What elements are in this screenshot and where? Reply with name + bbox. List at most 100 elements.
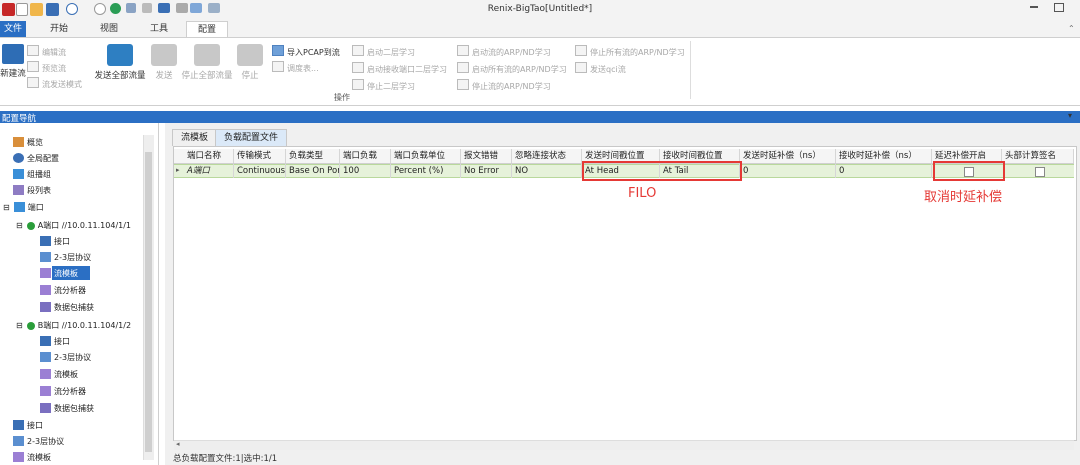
- start-l2-learning-button[interactable]: 启动二层学习: [352, 45, 415, 58]
- nav-item-multicast[interactable]: 组播组: [13, 169, 51, 180]
- send-all-button[interactable]: 发送全部流量: [92, 44, 148, 81]
- restore-icon[interactable]: [1054, 3, 1064, 12]
- col-port-name[interactable]: 端口名称: [184, 149, 234, 163]
- multicast-icon: [13, 169, 24, 179]
- col-frame-error[interactable]: 报文错错: [461, 149, 512, 163]
- scroll-left-icon[interactable]: ◂: [176, 440, 180, 448]
- gear-icon: [13, 153, 24, 163]
- col-load-unit[interactable]: 端口负载单位: [391, 149, 461, 163]
- col-transmit-mode[interactable]: 传输模式: [234, 149, 286, 163]
- annotation-filo: FILO: [628, 186, 657, 201]
- ribbon-group-label: 操作: [334, 93, 350, 102]
- port-icon: [13, 202, 25, 212]
- start-rx-l2-learning-button[interactable]: 启动接收端口二层学习: [352, 62, 447, 75]
- stop-all-arp-nd-icon: [575, 45, 587, 56]
- import-pcap-button[interactable]: 导入PCAP到流: [272, 45, 340, 58]
- send-mode-icon: [27, 77, 39, 88]
- send-icon: [151, 44, 177, 66]
- status-text: 总负载配置文件:1|选中:1/1: [173, 454, 278, 464]
- minimize-icon[interactable]: [1030, 6, 1038, 8]
- qci-icon: [575, 62, 587, 73]
- nav-item-ports[interactable]: ⊟ 端口: [3, 202, 44, 213]
- col-rx-latency-comp[interactable]: 接收时延补偿（ns）: [836, 149, 932, 163]
- col-ignore-link[interactable]: 忽略连接状态: [512, 149, 582, 163]
- cell-port-name[interactable]: A端口: [184, 164, 234, 178]
- nav-item-global[interactable]: 全局配置: [13, 153, 59, 164]
- collapse-icon[interactable]: ⊟: [16, 321, 23, 330]
- col-tx-latency-comp[interactable]: 发送时延补偿（ns）: [740, 149, 836, 163]
- stop-button[interactable]: 停止: [236, 44, 264, 81]
- start-arp-nd-button[interactable]: 启动流的ARP/ND学习: [457, 45, 551, 58]
- home-icon: [13, 137, 24, 147]
- new-stream-button[interactable]: 新建流: [0, 44, 26, 79]
- nav-item-stream-template-a[interactable]: 流模板: [40, 268, 78, 279]
- col-load-type[interactable]: 负载类型: [286, 149, 340, 163]
- stream-send-mode-button[interactable]: 流发送模式: [27, 77, 82, 90]
- collapse-icon[interactable]: ⊟: [16, 221, 23, 230]
- col-port-load[interactable]: 端口负载: [340, 149, 391, 163]
- nav-scroll-thumb[interactable]: [145, 152, 152, 452]
- nav-item-analyzer-a[interactable]: 流分析器: [40, 285, 86, 296]
- stop-l2-learning-button[interactable]: 停止二层学习: [352, 79, 415, 92]
- nav-item-stream-template-b[interactable]: 流模板: [40, 369, 78, 380]
- preview-stream-icon: [27, 61, 39, 72]
- nav-item-l23[interactable]: 2-3层协议: [13, 436, 64, 447]
- cell-tx-latency-comp[interactable]: 0: [740, 164, 836, 178]
- stop-arp-nd-icon: [457, 79, 469, 90]
- nav-item-capture-b[interactable]: 数据包捕获: [40, 403, 94, 414]
- tab-load-profile[interactable]: 负载配置文件: [215, 129, 288, 146]
- cell-ignore-link[interactable]: NO: [512, 164, 582, 178]
- nav-item-analyzer-b[interactable]: 流分析器: [40, 386, 86, 397]
- stop-l2-icon: [352, 79, 364, 90]
- nav-item-overview[interactable]: 概览: [13, 137, 43, 148]
- tab-start[interactable]: 开始: [42, 21, 76, 37]
- col-header-signature[interactable]: 头部计算签名: [1002, 149, 1074, 163]
- nav-item-interface-a[interactable]: 接口: [40, 236, 70, 247]
- send-qci-button[interactable]: 发送qci流: [575, 62, 626, 75]
- collapse-icon[interactable]: ⊟: [3, 203, 10, 212]
- nav-item-l23-b[interactable]: 2-3层协议: [40, 352, 91, 363]
- port-status-icon: [26, 222, 35, 230]
- new-stream-label: 新建流: [0, 69, 26, 79]
- cell-frame-error[interactable]: No Error: [461, 164, 512, 178]
- annotation-cancel-comp: 取消时延补偿: [924, 190, 1003, 205]
- nav-item-stream-template[interactable]: 流模板: [13, 452, 51, 463]
- capture-icon: [40, 403, 51, 413]
- window-title: Renix-BigTao[Untitled*]: [487, 4, 593, 14]
- send-button[interactable]: 发送: [150, 44, 178, 81]
- protocol-icon: [13, 436, 24, 446]
- cell-load-type[interactable]: Base On Port: [286, 164, 340, 178]
- stop-all-button[interactable]: 停止全部流量: [180, 44, 234, 81]
- header-signature-checkbox[interactable]: [1035, 167, 1045, 177]
- tab-stream-template[interactable]: 流模板: [172, 129, 218, 146]
- nav-item-port-b[interactable]: ⊟ B端口 //10.0.11.104/1/2: [16, 320, 131, 331]
- start-all-arp-nd-button[interactable]: 启动所有流的ARP/ND学习: [457, 62, 567, 75]
- stop-arp-nd-button[interactable]: 停止流的ARP/ND学习: [457, 79, 551, 92]
- stop-all-icon: [194, 44, 220, 66]
- nav-item-interface-b[interactable]: 接口: [40, 336, 70, 347]
- nav-item-l23-a[interactable]: 2-3层协议: [40, 252, 91, 263]
- tab-file[interactable]: 文件: [0, 21, 26, 37]
- edit-stream-icon: [27, 45, 39, 56]
- panel-menu-icon[interactable]: ▾: [1068, 111, 1072, 120]
- cell-transmit-mode[interactable]: Continuous: [234, 164, 286, 178]
- nav-item-interface[interactable]: 接口: [13, 420, 43, 431]
- cell-port-load[interactable]: 100: [340, 164, 391, 178]
- nav-item-port-a[interactable]: ⊟ A端口 //10.0.11.104/1/1: [16, 220, 131, 231]
- protocol-icon: [40, 252, 51, 262]
- tab-view[interactable]: 视图: [92, 21, 126, 37]
- collapse-ribbon-icon[interactable]: ⌃: [1068, 24, 1075, 33]
- preview-stream-button[interactable]: 预览流: [27, 61, 66, 74]
- nav-item-segment[interactable]: 段列表: [13, 185, 51, 196]
- table-hscrollbar[interactable]: [174, 440, 1074, 450]
- tab-config[interactable]: 配置: [186, 21, 228, 38]
- stop-stream-icon: [237, 44, 263, 66]
- cell-rx-latency-comp[interactable]: 0: [836, 164, 932, 178]
- segment-list-icon: [13, 185, 24, 195]
- schedule-table-button[interactable]: 调度表...: [272, 61, 319, 74]
- tab-tools[interactable]: 工具: [142, 21, 176, 37]
- cell-load-unit[interactable]: Percent (%): [391, 164, 461, 178]
- nav-item-capture-a[interactable]: 数据包捕获: [40, 302, 94, 313]
- stop-all-arp-nd-button[interactable]: 停止所有流的ARP/ND学习: [575, 45, 685, 58]
- edit-stream-button[interactable]: 编辑流: [27, 45, 66, 58]
